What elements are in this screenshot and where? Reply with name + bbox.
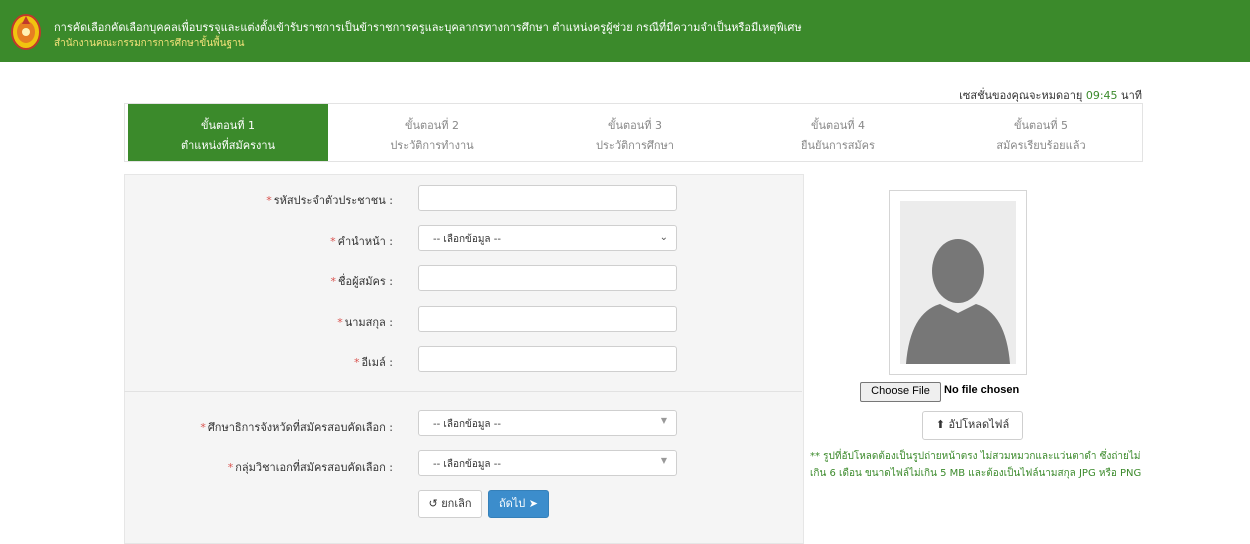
upload-note: ** รูปที่อัปโหลดต้องเป็นรูปถ่ายหน้าตรง ไ…	[810, 451, 1142, 479]
step-label: ยืนยันการสมัคร	[801, 139, 875, 152]
province-office-select[interactable]: -- เลือกข้อมูล -- ▼	[418, 410, 677, 436]
no-file-text: No file chosen	[944, 384, 1020, 396]
session-timer: เซสชั่นของคุณจะหมดอายุ 09:45 นาที	[959, 86, 1142, 104]
first-name-input[interactable]	[418, 265, 677, 291]
form-divider	[124, 391, 802, 392]
step-label: ประวัติการทำงาน	[390, 139, 474, 152]
next-button[interactable]: ถัดไป ➤	[488, 490, 549, 518]
step-number: ขั้นตอนที่ 5	[1013, 119, 1069, 132]
step-label: สมัครเรียบร้อยแล้ว	[996, 139, 1086, 152]
avatar-placeholder-icon	[900, 201, 1016, 364]
step-number: ขั้นตอนที่ 3	[607, 119, 663, 132]
step-wizard: ขั้นตอนที่ 1 ตำแหน่งที่สมัครงาน ขั้นตอนท…	[124, 103, 1143, 162]
chevron-down-icon: ⌄	[659, 232, 668, 243]
email-label: * อีเมล์ :	[353, 356, 393, 369]
first-name-label: * ชื่อผู้สมัคร :	[330, 275, 393, 288]
upload-file-button[interactable]: ⬆ อัปโหลดไฟล์	[922, 411, 1023, 440]
required-mark: *	[337, 316, 343, 329]
step-label: ประวัติการศึกษา	[596, 139, 674, 152]
province-office-label: * ศึกษาธิการจังหวัดที่สมัครสอบคัดเลือก :	[200, 421, 393, 434]
session-label: เซสชั่นของคุณจะหมดอายุ	[959, 89, 1083, 102]
required-mark: *	[200, 421, 206, 434]
step-3[interactable]: ขั้นตอนที่ 3 ประวัติการศึกษา	[535, 104, 735, 161]
header-title: การคัดเลือกคัดเลือกบุคคลเพื่อบรรจุและแต่…	[54, 21, 802, 34]
citizen-id-label: * รหัสประจำตัวประชาชน :	[266, 194, 393, 207]
caret-down-icon: ▼	[660, 456, 667, 465]
choose-file-button[interactable]: Choose File	[860, 382, 941, 402]
header-subtitle: สำนักงานคณะกรรมการการศึกษาขั้นพื้นฐาน	[54, 38, 245, 49]
email-input[interactable]	[418, 346, 677, 372]
step-number: ขั้นตอนที่ 1	[200, 119, 256, 132]
step-2[interactable]: ขั้นตอนที่ 2 ประวัติการทำงาน	[332, 104, 532, 161]
profile-photo-preview	[889, 190, 1027, 375]
step-number: ขั้นตอนที่ 2	[404, 119, 460, 132]
citizen-id-input[interactable]	[418, 185, 677, 211]
site-header: การคัดเลือกคัดเลือกบุคคลเพื่อบรรจุและแต่…	[0, 0, 1250, 62]
session-unit: นาที	[1121, 89, 1142, 102]
subject-select-value: -- เลือกข้อมูล --	[433, 459, 501, 470]
required-mark: *	[353, 356, 360, 369]
obec-logo-icon	[11, 14, 41, 50]
required-mark: *	[330, 275, 337, 288]
required-mark: *	[227, 461, 234, 474]
major-subject-select[interactable]: -- เลือกข้อมูล -- ▼	[418, 450, 677, 476]
prefix-select[interactable]: -- เลือกข้อมูล -- ⌄	[418, 225, 677, 251]
major-subject-label: * กลุ่มวิชาเอกที่สมัครสอบคัดเลือก :	[227, 461, 393, 474]
arrow-circle-right-icon: ➤	[528, 497, 539, 510]
last-name-label: * นามสกุล :	[337, 316, 393, 329]
caret-down-icon: ▼	[660, 416, 667, 425]
step-label: ตำแหน่งที่สมัครงาน	[180, 139, 276, 152]
province-select-value: -- เลือกข้อมูล --	[433, 419, 501, 430]
step-4[interactable]: ขั้นตอนที่ 4 ยืนยันการสมัคร	[738, 104, 938, 161]
step-5[interactable]: ขั้นตอนที่ 5 สมัครเรียบร้อยแล้ว	[941, 104, 1141, 161]
undo-icon: ↺	[428, 497, 438, 510]
step-number: ขั้นตอนที่ 4	[810, 119, 866, 132]
required-mark: *	[330, 235, 336, 248]
prefix-label: * คำนำหน้า :	[330, 235, 393, 248]
session-time: 09:45	[1085, 89, 1118, 102]
required-mark: *	[266, 194, 272, 207]
step-1[interactable]: ขั้นตอนที่ 1 ตำแหน่งที่สมัครงาน	[128, 104, 328, 161]
last-name-input[interactable]	[418, 306, 677, 332]
cancel-button[interactable]: ↺ ยกเลิก	[418, 490, 482, 518]
upload-icon: ⬆	[935, 418, 945, 431]
prefix-select-value: -- เลือกข้อมูล --	[433, 234, 501, 245]
